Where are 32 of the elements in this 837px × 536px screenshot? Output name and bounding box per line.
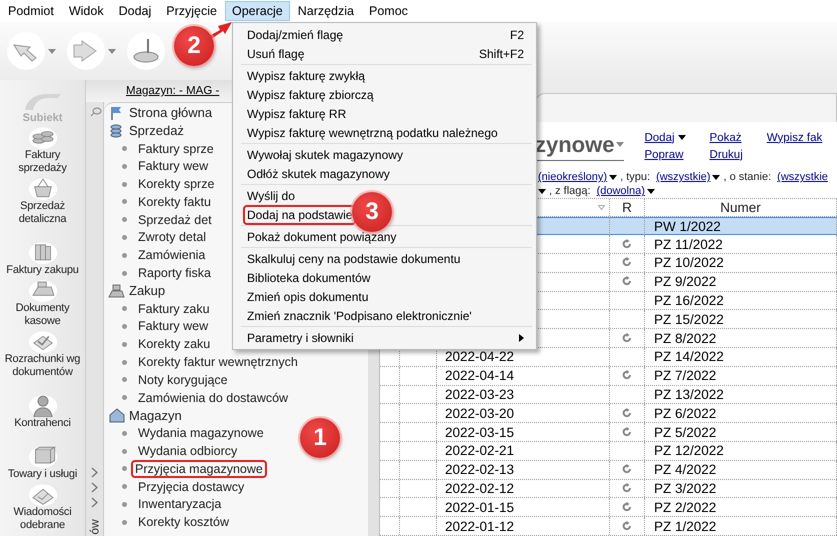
table-cell: PZ 5/2022 xyxy=(645,423,837,442)
table-cell: PZ 8/2022 xyxy=(645,329,837,348)
table-cell: PZ 2/2022 xyxy=(645,498,837,516)
table-cell: 2022-01-12 xyxy=(437,517,610,535)
table-cell: PZ 13/2022 xyxy=(645,386,837,404)
table-cell: 2022-03-20 xyxy=(437,404,610,422)
table-cell: PZ 11/2022 xyxy=(645,235,837,254)
filter-label: , z flagą: xyxy=(549,185,591,198)
table-cell: PZ 1/2022 xyxy=(645,517,837,535)
table-cell: PZ 12/2022 xyxy=(645,442,837,460)
table-cell: PZ 3/2022 xyxy=(645,480,837,498)
logo-text: Subiekt xyxy=(22,112,62,124)
table-cell: PZ 4/2022 xyxy=(645,460,837,479)
table-cell: 2022-02-13 xyxy=(437,460,610,479)
table-cell: PZ 10/2022 xyxy=(645,254,837,272)
filter-label: , typu: xyxy=(620,171,650,184)
table-cell: PZ 6/2022 xyxy=(645,404,837,422)
table-cell: 2022-01-15 xyxy=(437,498,610,516)
table-cell: PW 1/2022 xyxy=(645,217,837,236)
shortcut-label: F2 xyxy=(510,28,524,42)
table-cell: 2022-03-23 xyxy=(437,386,610,404)
table-cell: PZ 9/2022 xyxy=(645,272,837,291)
table-cell: 2022-04-14 xyxy=(437,366,610,385)
table-cell: 2022-02-21 xyxy=(437,442,610,460)
table-cell: 2022-02-12 xyxy=(437,480,610,498)
shortcut-label: Shift+F2 xyxy=(478,46,524,60)
table-cell: PZ 7/2022 xyxy=(645,366,837,385)
filter-label: , o stanie: xyxy=(723,171,772,184)
table-cell: PZ 15/2022 xyxy=(645,310,837,328)
table-cell: PZ 14/2022 xyxy=(645,348,837,366)
table-cell: 2022-03-15 xyxy=(437,423,610,442)
table-cell: PZ 16/2022 xyxy=(645,292,837,310)
